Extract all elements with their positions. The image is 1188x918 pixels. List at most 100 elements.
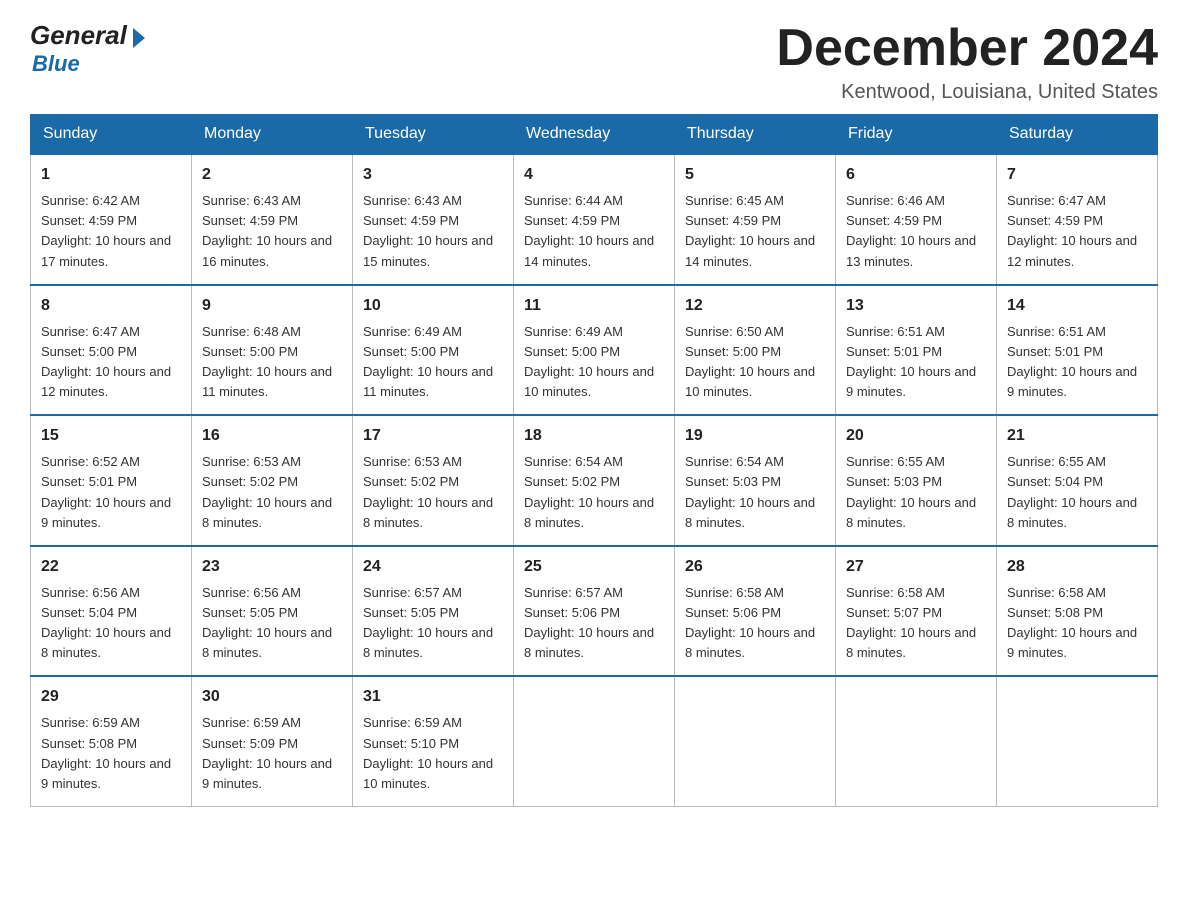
day-info: Sunrise: 6:47 AMSunset: 5:00 PMDaylight:… bbox=[41, 322, 181, 403]
day-number: 24 bbox=[363, 555, 503, 579]
calendar-cell: 26 Sunrise: 6:58 AMSunset: 5:06 PMDayligh… bbox=[675, 546, 836, 677]
day-info: Sunrise: 6:43 AMSunset: 4:59 PMDaylight:… bbox=[202, 191, 342, 272]
calendar-cell bbox=[514, 676, 675, 806]
calendar-cell: 14 Sunrise: 6:51 AMSunset: 5:01 PMDayligh… bbox=[997, 285, 1158, 416]
calendar-cell: 9 Sunrise: 6:48 AMSunset: 5:00 PMDaylight… bbox=[192, 285, 353, 416]
day-number: 30 bbox=[202, 685, 342, 709]
day-of-week-sunday: Sunday bbox=[31, 115, 192, 155]
day-number: 13 bbox=[846, 294, 986, 318]
day-number: 20 bbox=[846, 424, 986, 448]
day-info: Sunrise: 6:59 AMSunset: 5:10 PMDaylight:… bbox=[363, 713, 503, 794]
day-number: 2 bbox=[202, 163, 342, 187]
day-info: Sunrise: 6:50 AMSunset: 5:00 PMDaylight:… bbox=[685, 322, 825, 403]
calendar-cell: 3 Sunrise: 6:43 AMSunset: 4:59 PMDaylight… bbox=[353, 154, 514, 285]
calendar-cell: 6 Sunrise: 6:46 AMSunset: 4:59 PMDaylight… bbox=[836, 154, 997, 285]
day-number: 7 bbox=[1007, 163, 1147, 187]
calendar-cell: 4Sunrise: 6:44 AMSunset: 4:59 PMDaylight… bbox=[514, 154, 675, 285]
day-number: 9 bbox=[202, 294, 342, 318]
day-number: 21 bbox=[1007, 424, 1147, 448]
day-info: Sunrise: 6:56 AMSunset: 5:04 PMDaylight:… bbox=[41, 583, 181, 664]
calendar-cell bbox=[997, 676, 1158, 806]
title-block: December 2024 Kentwood, Louisiana, Unite… bbox=[776, 20, 1158, 104]
calendar-cell: 8 Sunrise: 6:47 AMSunset: 5:00 PMDaylight… bbox=[31, 285, 192, 416]
day-number: 12 bbox=[685, 294, 825, 318]
logo-top: General bbox=[30, 20, 145, 51]
calendar-cell: 27Sunrise: 6:58 AMSunset: 5:07 PMDayligh… bbox=[836, 546, 997, 677]
day-info: Sunrise: 6:53 AMSunset: 5:02 PMDaylight:… bbox=[202, 452, 342, 533]
day-number: 5 bbox=[685, 163, 825, 187]
day-info: Sunrise: 6:51 AMSunset: 5:01 PMDaylight:… bbox=[846, 322, 986, 403]
day-number: 11 bbox=[524, 294, 664, 318]
calendar-cell: 31 Sunrise: 6:59 AMSunset: 5:10 PMDayligh… bbox=[353, 676, 514, 806]
day-number: 14 bbox=[1007, 294, 1147, 318]
day-number: 10 bbox=[363, 294, 503, 318]
day-info: Sunrise: 6:46 AMSunset: 4:59 PMDaylight:… bbox=[846, 191, 986, 272]
day-number: 8 bbox=[41, 294, 181, 318]
day-number: 28 bbox=[1007, 555, 1147, 579]
month-title: December 2024 bbox=[776, 20, 1158, 77]
day-info: Sunrise: 6:58 AMSunset: 5:08 PMDaylight:… bbox=[1007, 583, 1147, 664]
day-info: Sunrise: 6:45 AMSunset: 4:59 PMDaylight:… bbox=[685, 191, 825, 272]
calendar-cell: 11Sunrise: 6:49 AMSunset: 5:00 PMDayligh… bbox=[514, 285, 675, 416]
calendar-cell: 21 Sunrise: 6:55 AMSunset: 5:04 PMDayligh… bbox=[997, 415, 1158, 546]
calendar-header-row: SundayMondayTuesdayWednesdayThursdayFrid… bbox=[31, 115, 1158, 155]
day-number: 23 bbox=[202, 555, 342, 579]
day-number: 17 bbox=[363, 424, 503, 448]
logo-blue-text: Blue bbox=[32, 51, 80, 77]
calendar-cell: 25Sunrise: 6:57 AMSunset: 5:06 PMDayligh… bbox=[514, 546, 675, 677]
calendar-cell: 15 Sunrise: 6:52 AMSunset: 5:01 PMDayligh… bbox=[31, 415, 192, 546]
calendar-cell: 24Sunrise: 6:57 AMSunset: 5:05 PMDayligh… bbox=[353, 546, 514, 677]
day-number: 27 bbox=[846, 555, 986, 579]
day-info: Sunrise: 6:56 AMSunset: 5:05 PMDaylight:… bbox=[202, 583, 342, 664]
calendar-cell: 10 Sunrise: 6:49 AMSunset: 5:00 PMDayligh… bbox=[353, 285, 514, 416]
calendar-cell: 20 Sunrise: 6:55 AMSunset: 5:03 PMDayligh… bbox=[836, 415, 997, 546]
day-number: 6 bbox=[846, 163, 986, 187]
calendar-table: SundayMondayTuesdayWednesdayThursdayFrid… bbox=[30, 114, 1158, 807]
day-number: 16 bbox=[202, 424, 342, 448]
location-text: Kentwood, Louisiana, United States bbox=[776, 81, 1158, 104]
day-number: 1 bbox=[41, 163, 181, 187]
calendar-cell: 7 Sunrise: 6:47 AMSunset: 4:59 PMDaylight… bbox=[997, 154, 1158, 285]
day-of-week-wednesday: Wednesday bbox=[514, 115, 675, 155]
day-info: Sunrise: 6:43 AMSunset: 4:59 PMDaylight:… bbox=[363, 191, 503, 272]
day-info: Sunrise: 6:52 AMSunset: 5:01 PMDaylight:… bbox=[41, 452, 181, 533]
day-info: Sunrise: 6:59 AMSunset: 5:08 PMDaylight:… bbox=[41, 713, 181, 794]
day-of-week-saturday: Saturday bbox=[997, 115, 1158, 155]
calendar-cell bbox=[836, 676, 997, 806]
day-info: Sunrise: 6:44 AMSunset: 4:59 PMDaylight:… bbox=[524, 191, 664, 272]
day-number: 26 bbox=[685, 555, 825, 579]
day-number: 31 bbox=[363, 685, 503, 709]
day-info: Sunrise: 6:49 AMSunset: 5:00 PMDaylight:… bbox=[363, 322, 503, 403]
calendar-cell: 1Sunrise: 6:42 AMSunset: 4:59 PMDaylight… bbox=[31, 154, 192, 285]
day-info: Sunrise: 6:55 AMSunset: 5:03 PMDaylight:… bbox=[846, 452, 986, 533]
logo: General Blue bbox=[30, 20, 145, 77]
day-info: Sunrise: 6:54 AMSunset: 5:03 PMDaylight:… bbox=[685, 452, 825, 533]
calendar-cell: 2 Sunrise: 6:43 AMSunset: 4:59 PMDaylight… bbox=[192, 154, 353, 285]
day-number: 3 bbox=[363, 163, 503, 187]
day-info: Sunrise: 6:59 AMSunset: 5:09 PMDaylight:… bbox=[202, 713, 342, 794]
day-info: Sunrise: 6:51 AMSunset: 5:01 PMDaylight:… bbox=[1007, 322, 1147, 403]
calendar-cell: 16 Sunrise: 6:53 AMSunset: 5:02 PMDayligh… bbox=[192, 415, 353, 546]
day-of-week-monday: Monday bbox=[192, 115, 353, 155]
day-info: Sunrise: 6:53 AMSunset: 5:02 PMDaylight:… bbox=[363, 452, 503, 533]
day-number: 19 bbox=[685, 424, 825, 448]
day-info: Sunrise: 6:54 AMSunset: 5:02 PMDaylight:… bbox=[524, 452, 664, 533]
day-info: Sunrise: 6:48 AMSunset: 5:00 PMDaylight:… bbox=[202, 322, 342, 403]
calendar-cell: 23 Sunrise: 6:56 AMSunset: 5:05 PMDayligh… bbox=[192, 546, 353, 677]
logo-arrow-icon bbox=[133, 28, 145, 48]
calendar-cell: 30 Sunrise: 6:59 AMSunset: 5:09 PMDayligh… bbox=[192, 676, 353, 806]
calendar-week-row: 22Sunrise: 6:56 AMSunset: 5:04 PMDayligh… bbox=[31, 546, 1158, 677]
calendar-cell: 12 Sunrise: 6:50 AMSunset: 5:00 PMDayligh… bbox=[675, 285, 836, 416]
day-number: 15 bbox=[41, 424, 181, 448]
day-of-week-thursday: Thursday bbox=[675, 115, 836, 155]
day-info: Sunrise: 6:58 AMSunset: 5:06 PMDaylight:… bbox=[685, 583, 825, 664]
calendar-week-row: 1Sunrise: 6:42 AMSunset: 4:59 PMDaylight… bbox=[31, 154, 1158, 285]
calendar-week-row: 8 Sunrise: 6:47 AMSunset: 5:00 PMDaylight… bbox=[31, 285, 1158, 416]
day-info: Sunrise: 6:47 AMSunset: 4:59 PMDaylight:… bbox=[1007, 191, 1147, 272]
calendar-cell: 22Sunrise: 6:56 AMSunset: 5:04 PMDayligh… bbox=[31, 546, 192, 677]
calendar-cell: 5 Sunrise: 6:45 AMSunset: 4:59 PMDaylight… bbox=[675, 154, 836, 285]
calendar-cell: 19 Sunrise: 6:54 AMSunset: 5:03 PMDayligh… bbox=[675, 415, 836, 546]
logo-general-text: General bbox=[30, 20, 127, 51]
day-info: Sunrise: 6:55 AMSunset: 5:04 PMDaylight:… bbox=[1007, 452, 1147, 533]
calendar-cell: 13 Sunrise: 6:51 AMSunset: 5:01 PMDayligh… bbox=[836, 285, 997, 416]
